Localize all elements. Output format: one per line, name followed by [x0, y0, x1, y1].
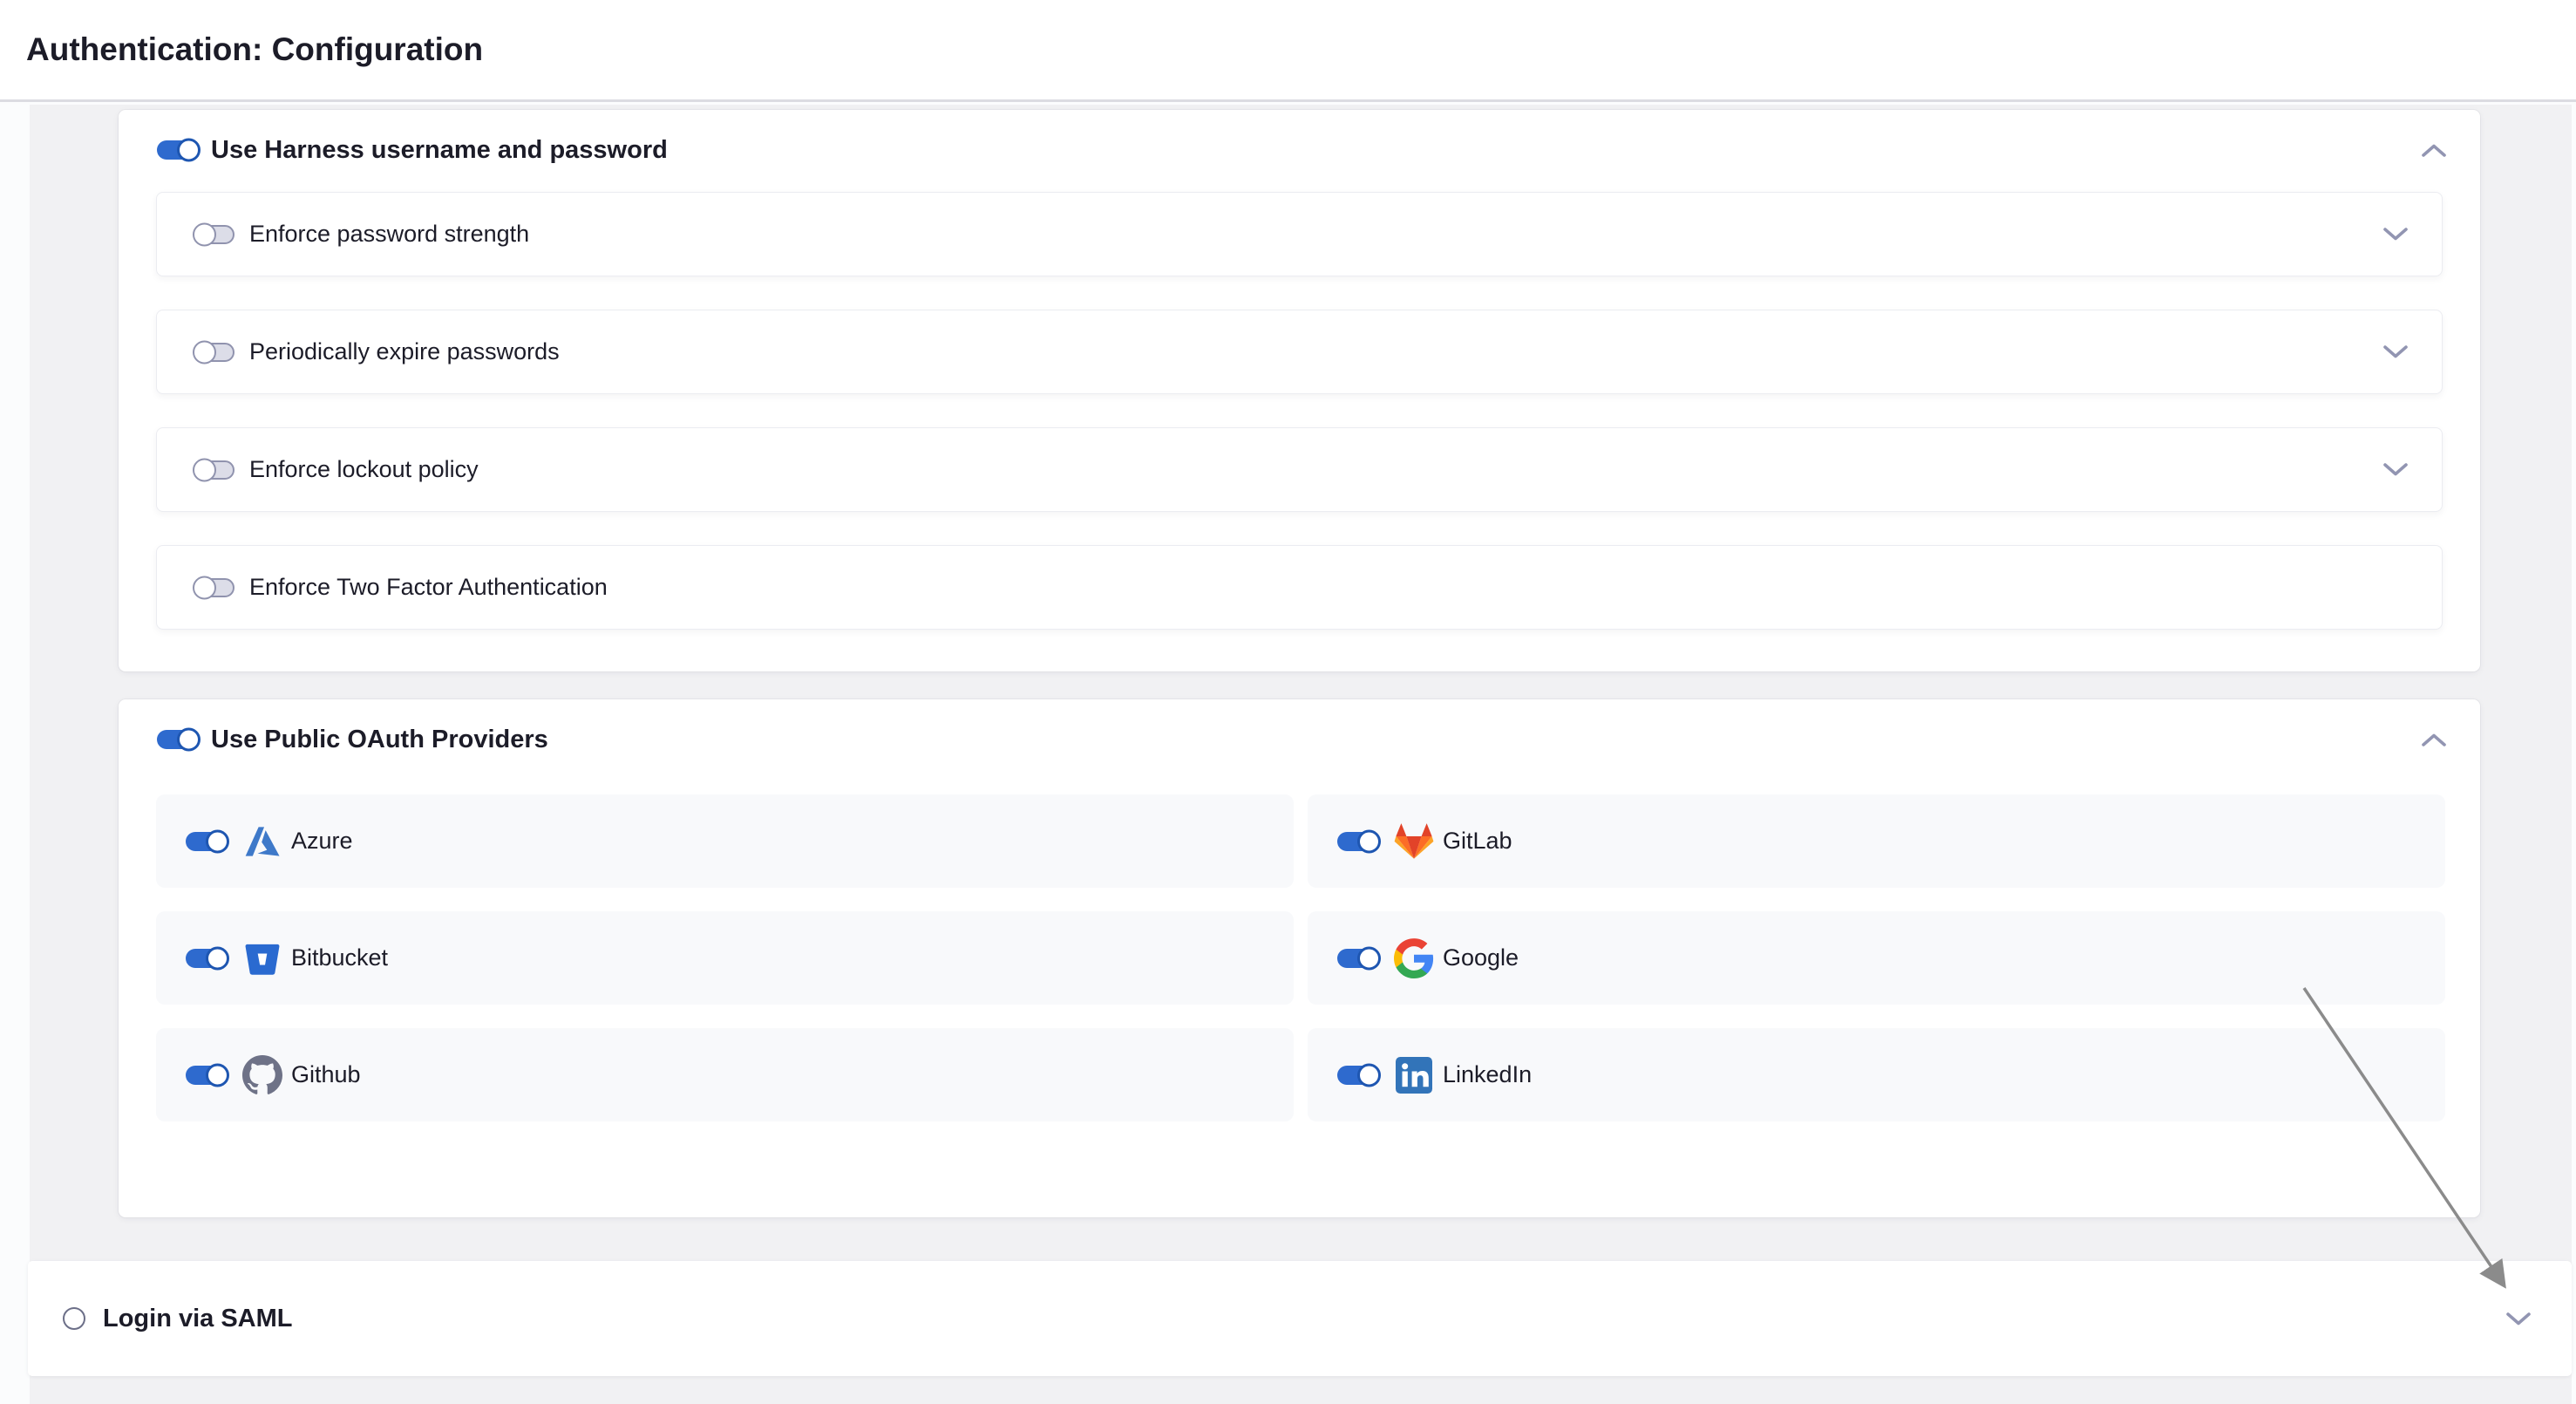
azure-icon [241, 821, 283, 862]
page-header: Authentication: Configuration [0, 0, 2576, 102]
toggle-knob [193, 458, 216, 481]
linkedin-toggle[interactable] [1337, 1066, 1377, 1085]
gitlab-toggle[interactable] [1337, 832, 1377, 851]
provider-row-google: Google [1308, 911, 2445, 1005]
toggle-knob [177, 139, 201, 162]
oauth-card-header: Use Public OAuth Providers [119, 699, 2480, 755]
policy-row-label: Enforce Two Factor Authentication [249, 574, 608, 601]
provider-row-github: Github [156, 1028, 1294, 1121]
harness-auth-card: Use Harness username and password Enforc… [119, 110, 2480, 671]
toggle-knob [206, 1063, 229, 1087]
toggle-knob [1357, 829, 1381, 853]
provider-label: Azure [291, 828, 353, 855]
chevron-up-icon [2421, 733, 2447, 747]
public-oauth-providers-toggle[interactable] [157, 730, 197, 749]
chevron-down-icon [2382, 227, 2409, 242]
enforce-two-factor-authentication-toggle[interactable] [194, 578, 234, 597]
provider-label: Google [1443, 944, 1519, 971]
google-toggle[interactable] [1337, 949, 1377, 968]
expand-saml-button[interactable] [2504, 1307, 2533, 1330]
authentication-configuration-page: Authentication: Configuration Use Harnes… [0, 0, 2576, 1404]
oauth-providers-card: Use Public OAuth Providers Azure GitLab … [119, 699, 2480, 1217]
harness-auth-card-header: Use Harness username and password [119, 110, 2480, 166]
github-icon [241, 1054, 283, 1096]
bitbucket-toggle[interactable] [186, 949, 226, 968]
toggle-knob [1357, 946, 1381, 970]
chevron-down-icon [2382, 462, 2409, 477]
oauth-provider-grid: Azure GitLab Bitbucket Google Github Lin… [156, 794, 2445, 1121]
toggle-knob [193, 222, 216, 246]
toggle-knob [1357, 1063, 1381, 1087]
toggle-knob [193, 576, 216, 599]
chevron-up-icon [2421, 143, 2447, 158]
github-toggle[interactable] [186, 1066, 226, 1085]
gitlab-icon [1393, 821, 1435, 862]
policy-row-periodically-expire-passwords[interactable]: Periodically expire passwords [156, 310, 2443, 394]
toggle-knob [206, 829, 229, 853]
provider-row-azure: Azure [156, 794, 1294, 888]
policy-row-label: Periodically expire passwords [249, 338, 560, 365]
chevron-down-icon [2505, 1312, 2532, 1326]
provider-label: Bitbucket [291, 944, 388, 971]
policy-row-enforce-lockout-policy[interactable]: Enforce lockout policy [156, 427, 2443, 512]
harness-auth-label: Use Harness username and password [211, 136, 668, 165]
bitbucket-icon [241, 937, 283, 979]
provider-label: Github [291, 1061, 361, 1088]
page-title: Authentication: Configuration [26, 31, 483, 68]
collapse-section-button[interactable] [2419, 728, 2449, 751]
provider-row-bitbucket: Bitbucket [156, 911, 1294, 1005]
toggle-knob [193, 340, 216, 364]
policy-row-label: Enforce lockout policy [249, 456, 479, 483]
toggle-knob [206, 946, 229, 970]
collapse-section-button[interactable] [2419, 139, 2449, 161]
content-area: Use Harness username and password Enforc… [0, 105, 2576, 1404]
chevron-down-icon [2382, 344, 2409, 359]
saml-label: Login via SAML [103, 1305, 293, 1333]
provider-label: LinkedIn [1443, 1061, 1532, 1088]
saml-card[interactable]: Login via SAML [28, 1261, 2572, 1376]
policy-row-label: Enforce password strength [249, 221, 529, 248]
provider-row-gitlab: GitLab [1308, 794, 2445, 888]
saml-radio[interactable] [63, 1307, 85, 1330]
provider-label: GitLab [1443, 828, 1512, 855]
password-policy-list: Enforce password strength Periodically e… [156, 192, 2443, 630]
expand-row-button[interactable] [2381, 341, 2410, 364]
expand-row-button[interactable] [2381, 223, 2410, 246]
enforce-lockout-policy-toggle[interactable] [194, 460, 234, 480]
linkedin-icon [1393, 1054, 1435, 1096]
policy-row-enforce-password-strength[interactable]: Enforce password strength [156, 192, 2443, 276]
expand-row-button[interactable] [2381, 459, 2410, 481]
periodically-expire-passwords-toggle[interactable] [194, 343, 234, 362]
google-icon [1393, 937, 1435, 979]
harness-username-password-toggle[interactable] [157, 140, 197, 160]
azure-toggle[interactable] [186, 832, 226, 851]
toggle-knob [177, 728, 201, 752]
policy-row-enforce-two-factor-authentication[interactable]: Enforce Two Factor Authentication [156, 545, 2443, 630]
enforce-password-strength-toggle[interactable] [194, 225, 234, 244]
provider-row-linkedin: LinkedIn [1308, 1028, 2445, 1121]
oauth-providers-label: Use Public OAuth Providers [211, 726, 548, 754]
